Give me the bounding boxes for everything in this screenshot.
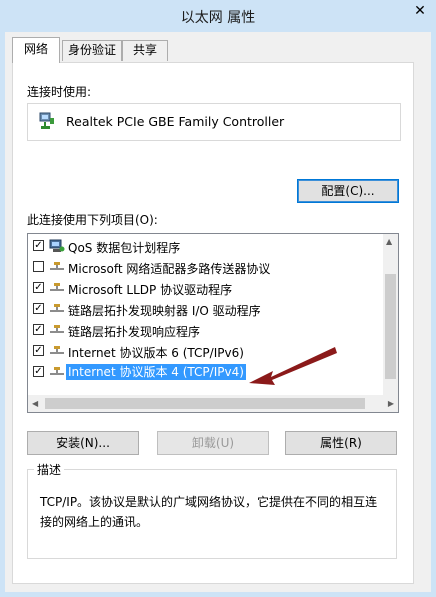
item-label-selected: Internet 协议版本 4 (TCP/IPv4) bbox=[66, 364, 246, 380]
protocol-icon bbox=[50, 304, 64, 312]
dialog-client: 网络 身份验证 共享 连接时使用: Realtek PCIe GBE Famil… bbox=[5, 32, 431, 592]
list-item-qos[interactable]: ✓ QoS 数据包计划程序 bbox=[28, 236, 383, 256]
close-button[interactable]: ✕ bbox=[404, 0, 436, 19]
vertical-scrollbar[interactable]: ▲ bbox=[383, 234, 398, 395]
protocol-icon bbox=[50, 283, 64, 291]
checkbox[interactable]: ✓ bbox=[33, 282, 44, 293]
list-item-lltd-responder[interactable]: ✓ 链路层拓扑发现响应程序 bbox=[28, 320, 383, 340]
item-label: Internet 协议版本 6 (TCP/IPv6) bbox=[68, 346, 244, 360]
protocol-icon bbox=[50, 367, 64, 375]
items-label: 此连接使用下列项目(O): bbox=[27, 213, 158, 227]
description-legend: 描述 bbox=[37, 463, 62, 477]
protocol-icon bbox=[50, 325, 64, 333]
adapter-name: Realtek PCIe GBE Family Controller bbox=[66, 114, 285, 129]
tab-label: 身份验证 bbox=[67, 43, 116, 57]
configure-button[interactable]: 配置(C)... bbox=[297, 179, 399, 203]
connect-using-label: 连接时使用: bbox=[27, 85, 92, 99]
checkbox[interactable]: ✓ bbox=[33, 303, 44, 314]
install-button[interactable]: 安装(N)... bbox=[27, 431, 139, 455]
item-label: 链路层拓扑发现响应程序 bbox=[68, 325, 201, 339]
scroll-right-icon[interactable]: ▶ bbox=[388, 399, 394, 409]
protocol-icon bbox=[50, 346, 64, 354]
items-listbox[interactable]: ✓ QoS 数据包计划程序 Microsoft 网络适配器多路传送器协议 ✓ M… bbox=[27, 233, 399, 413]
window-title: 以太网 属性 bbox=[180, 10, 256, 26]
checkbox[interactable]: ✓ bbox=[33, 240, 44, 251]
tab-network[interactable]: 网络 bbox=[12, 37, 60, 63]
list-item-multiplexor[interactable]: Microsoft 网络适配器多路传送器协议 bbox=[28, 257, 383, 277]
network-tab-panel: 连接时使用: Realtek PCIe GBE Family Controlle… bbox=[12, 62, 414, 584]
scroll-up-icon[interactable]: ▲ bbox=[386, 237, 392, 247]
vertical-scroll-thumb[interactable] bbox=[385, 274, 396, 379]
checkbox[interactable]: ✓ bbox=[33, 324, 44, 335]
title-bar: 以太网 属性 ✕ bbox=[0, 0, 436, 32]
close-icon: ✕ bbox=[414, 2, 426, 18]
description-group: 描述 TCP/IP。该协议是默认的广域网络协议，它提供在不同的相互连接的网络上的… bbox=[27, 461, 397, 559]
item-label: Microsoft 网络适配器多路传送器协议 bbox=[68, 262, 271, 276]
annotation-arrow bbox=[249, 347, 337, 385]
adapter-box: Realtek PCIe GBE Family Controller bbox=[27, 103, 401, 141]
checkbox[interactable]: ✓ bbox=[33, 345, 44, 356]
protocol-icon bbox=[50, 262, 64, 270]
description-text: TCP/IP。该协议是默认的广域网络协议，它提供在不同的相互连接的网络上的通讯。 bbox=[40, 495, 378, 529]
qos-icon bbox=[49, 239, 65, 252]
list-item-lltd-mapper[interactable]: ✓ 链路层拓扑发现映射器 I/O 驱动程序 bbox=[28, 299, 383, 319]
checkbox[interactable]: ✓ bbox=[33, 366, 44, 377]
item-label: 链路层拓扑发现映射器 I/O 驱动程序 bbox=[68, 304, 261, 318]
tab-label: 共享 bbox=[132, 43, 157, 57]
scroll-left-icon[interactable]: ◀ bbox=[32, 399, 38, 409]
item-label: QoS 数据包计划程序 bbox=[68, 241, 181, 255]
tab-label: 网络 bbox=[23, 42, 48, 56]
list-item-lldp[interactable]: ✓ Microsoft LLDP 协议驱动程序 bbox=[28, 278, 383, 298]
checkbox[interactable] bbox=[33, 261, 44, 272]
tab-sharing[interactable]: 共享 bbox=[122, 40, 168, 61]
properties-button[interactable]: 属性(R) bbox=[285, 431, 397, 455]
uninstall-button: 卸载(U) bbox=[157, 431, 269, 455]
tab-authentication[interactable]: 身份验证 bbox=[62, 40, 122, 61]
item-label: Microsoft LLDP 协议驱动程序 bbox=[68, 283, 233, 297]
network-adapter-icon bbox=[39, 112, 54, 129]
